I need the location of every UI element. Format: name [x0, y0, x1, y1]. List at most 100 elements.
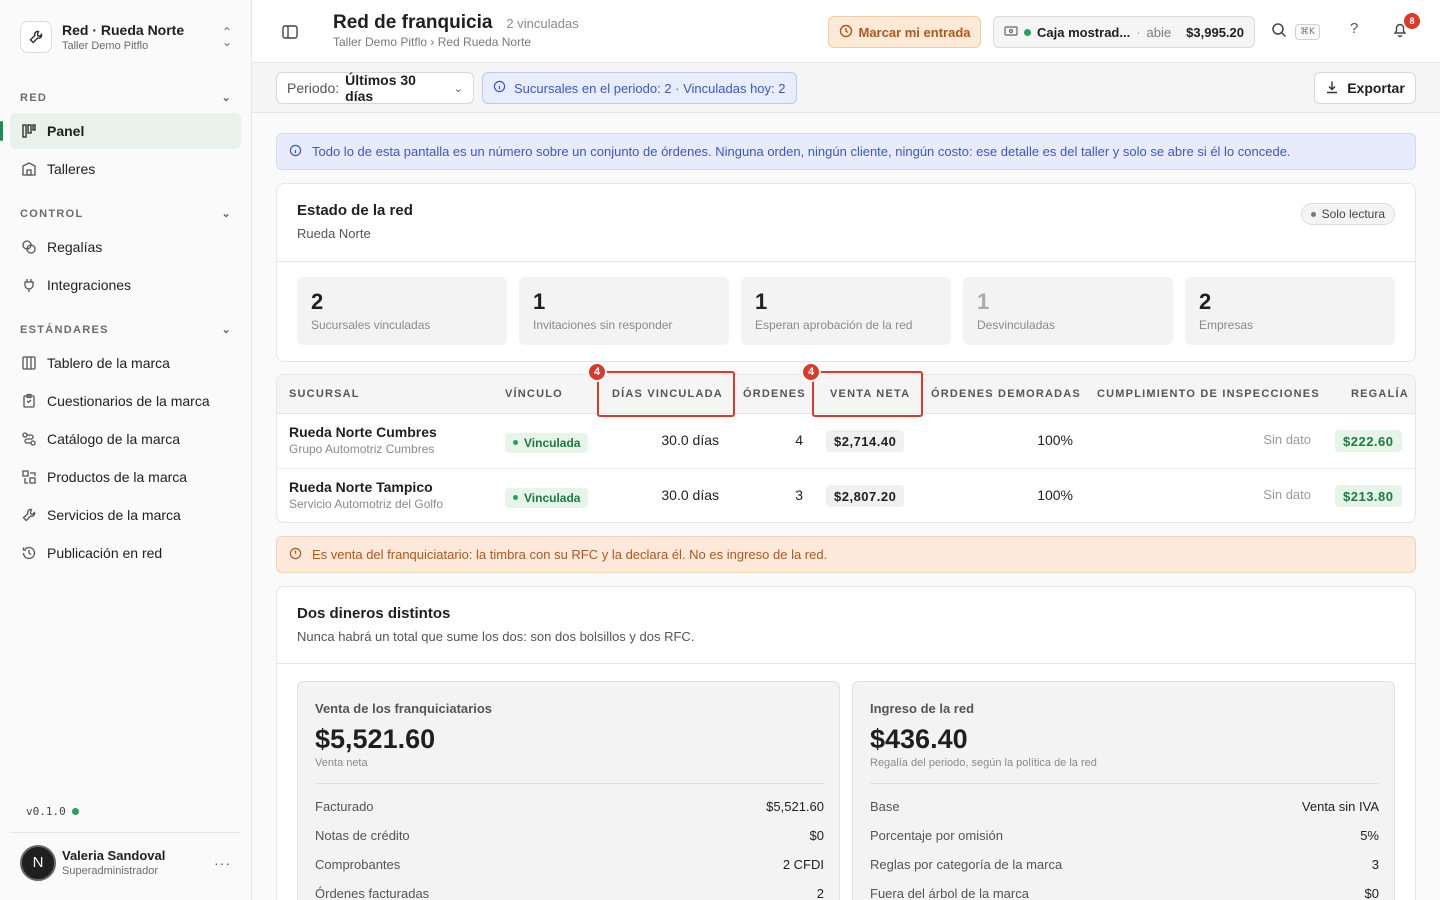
columns-icon: [20, 355, 37, 372]
col-header-vinculo[interactable]: VÍNCULO: [505, 388, 563, 400]
detail-row: Órdenes facturadas 2: [315, 886, 824, 900]
section-label: ESTÁNDARES: [20, 323, 109, 336]
detail-row: Fuera del árbol de la marca $0: [870, 886, 1379, 900]
detail-key: Fuera del árbol de la marca: [870, 886, 1029, 900]
col-header-regalia[interactable]: REGALÍA: [1351, 388, 1409, 400]
export-button[interactable]: Exportar: [1314, 72, 1416, 104]
card-title: Estado de la red: [297, 202, 413, 219]
detail-value: Venta sin IVA: [1301, 799, 1379, 814]
org-name: Red · Rueda Norte: [62, 22, 185, 38]
detail-row: Comprobantes 2 CFDI: [315, 857, 824, 872]
user-role: Superadministrador: [62, 865, 158, 877]
detail-key: Porcentaje por omisión: [870, 828, 1003, 843]
period-select[interactable]: Periodo: Últimos 30 días ⌄: [276, 72, 474, 104]
help-icon[interactable]: ?: [1350, 20, 1358, 37]
search-button[interactable]: ⌘K: [1271, 22, 1320, 41]
sidebar-item-panel[interactable]: Panel: [0, 113, 241, 149]
clock-in-button[interactable]: Marcar mi entrada: [828, 16, 981, 48]
stat-label: Invitaciones sin responder: [533, 318, 673, 332]
divider: [315, 783, 824, 784]
detail-key: Reglas por categoría de la marca: [870, 857, 1063, 872]
org-sub: Taller Demo Pitflo: [62, 40, 149, 52]
col-header-inspecciones[interactable]: CUMPLIMIENTO DE INSPECCIONES: [1097, 388, 1320, 400]
detail-row: Base Venta sin IVA: [870, 799, 1379, 814]
branch-name: Rueda Norte Cumbres: [289, 424, 437, 440]
sidebar-item-label: Tablero de la marca: [47, 355, 170, 371]
sidebar-item-label: Regalías: [47, 239, 103, 255]
royalty: $222.60: [1335, 430, 1402, 452]
notification-count: 8: [1404, 13, 1420, 29]
panel-label: Ingreso de la red: [870, 701, 975, 716]
table-row[interactable]: Rueda Norte Tampico Servicio Automotriz …: [277, 469, 1415, 522]
detail-value: 5%: [1360, 828, 1379, 843]
sidebar-item-label: Integraciones: [47, 277, 132, 293]
stat-label: Desvinculadas: [977, 318, 1056, 332]
chevron-down-icon: ⌄: [221, 324, 232, 336]
sidebar-toggle-icon[interactable]: [280, 22, 300, 42]
section-label: RED: [20, 91, 48, 104]
highlight-box-venta: [812, 371, 923, 417]
days-linked: 30.0 días: [661, 432, 719, 448]
history-icon: [20, 545, 37, 562]
cash-register-icon: [1004, 25, 1018, 40]
sidebar-item-talleres[interactable]: Talleres: [10, 151, 241, 187]
net-sales: $2,807.20: [826, 485, 905, 507]
panel-label: Venta de los franquiciatarios: [315, 701, 492, 716]
cash-register-state: abie: [1146, 24, 1172, 40]
org-switcher[interactable]: Red · Rueda Norte Taller Demo Pitflo ⌃ ⌄: [10, 10, 242, 64]
detail-key: Notas de crédito: [315, 828, 410, 843]
branch-company: Grupo Automotriz Cumbres: [289, 442, 435, 456]
section-label: CONTROL: [20, 207, 84, 220]
clock-in-label: Marcar mi entrada: [858, 24, 971, 40]
stat-label: Empresas: [1199, 318, 1254, 332]
sidebar-item-label: Publicación en red: [47, 545, 163, 561]
notifications-button[interactable]: 8: [1392, 13, 1420, 41]
sidebar-item-servicios[interactable]: Servicios de la marca: [10, 497, 241, 533]
sidebar-item-cuestionarios[interactable]: Cuestionarios de la marca: [10, 383, 241, 419]
col-header-demoradas[interactable]: ÓRDENES DEMORADAS: [931, 388, 1081, 400]
detail-value: $0: [1364, 886, 1379, 900]
two-money-card: Dos dineros distintos Nunca habrá un tot…: [276, 586, 1416, 900]
privacy-banner-text: Todo lo de esta pantalla es un número so…: [312, 144, 1291, 159]
detail-key: Facturado: [315, 799, 374, 814]
panel-sub: Venta neta: [315, 757, 368, 769]
section-estandares[interactable]: ESTÁNDARES ⌄: [20, 323, 232, 337]
sidebar-item-label: Cuestionarios de la marca: [47, 393, 210, 409]
detail-row: Reglas por categoría de la marca 3: [870, 857, 1379, 872]
card-subtitle: Nunca habrá un total que sume los dos: s…: [297, 629, 695, 644]
divider: [870, 783, 1379, 784]
section-control[interactable]: CONTROL ⌄: [20, 207, 232, 221]
orders-count: 4: [795, 432, 803, 448]
divider: [277, 663, 1415, 664]
col-header-ordenes[interactable]: ÓRDENES: [743, 388, 806, 400]
detail-value: $0: [809, 828, 824, 843]
user-menu[interactable]: N Valeria Sandoval Superadministrador ··…: [10, 832, 241, 892]
branch-company: Servicio Automotriz del Golfo: [289, 497, 444, 511]
more-horizontal-icon[interactable]: ···: [214, 855, 231, 871]
sidebar-item-tablero[interactable]: Tablero de la marca: [10, 345, 241, 381]
sidebar-item-publicacion[interactable]: Publicación en red: [10, 535, 241, 571]
table-row[interactable]: Rueda Norte Cumbres Grupo Automotriz Cum…: [277, 414, 1415, 469]
sidebar-item-regalias[interactable]: Regalías: [10, 229, 241, 265]
avatar: N: [20, 844, 56, 881]
status-dot-icon: [71, 808, 79, 815]
alert-icon: [289, 547, 302, 563]
sidebar-item-productos[interactable]: Productos de la marca: [10, 459, 241, 495]
sidebar-item-catalogo[interactable]: Catálogo de la marca: [10, 421, 241, 457]
stat-pending-invitations: 1 Invitaciones sin responder: [519, 277, 729, 345]
sidebar-item-integraciones[interactable]: Integraciones: [10, 267, 241, 303]
col-header-sucursal[interactable]: SUCURSAL: [289, 388, 360, 400]
cash-register-selector[interactable]: Caja mostrad... · abie $3,995.20: [993, 16, 1255, 48]
cash-separator: ·: [1136, 24, 1141, 40]
chevron-updown-icon: ⌃ ⌄: [221, 25, 232, 49]
section-red[interactable]: RED ⌄: [20, 91, 232, 105]
stat-label: Esperan aprobación de la red: [755, 318, 913, 332]
search-icon: [1271, 22, 1287, 41]
panel-amount: $436.40: [870, 724, 968, 754]
detail-value: 2: [816, 886, 824, 900]
stat-value: 1: [755, 289, 768, 314]
readonly-badge: Solo lectura: [1300, 203, 1395, 225]
clipboard-icon: [20, 393, 37, 410]
panel-amount: $5,521.60: [315, 724, 436, 754]
stat-value: 1: [533, 289, 546, 314]
